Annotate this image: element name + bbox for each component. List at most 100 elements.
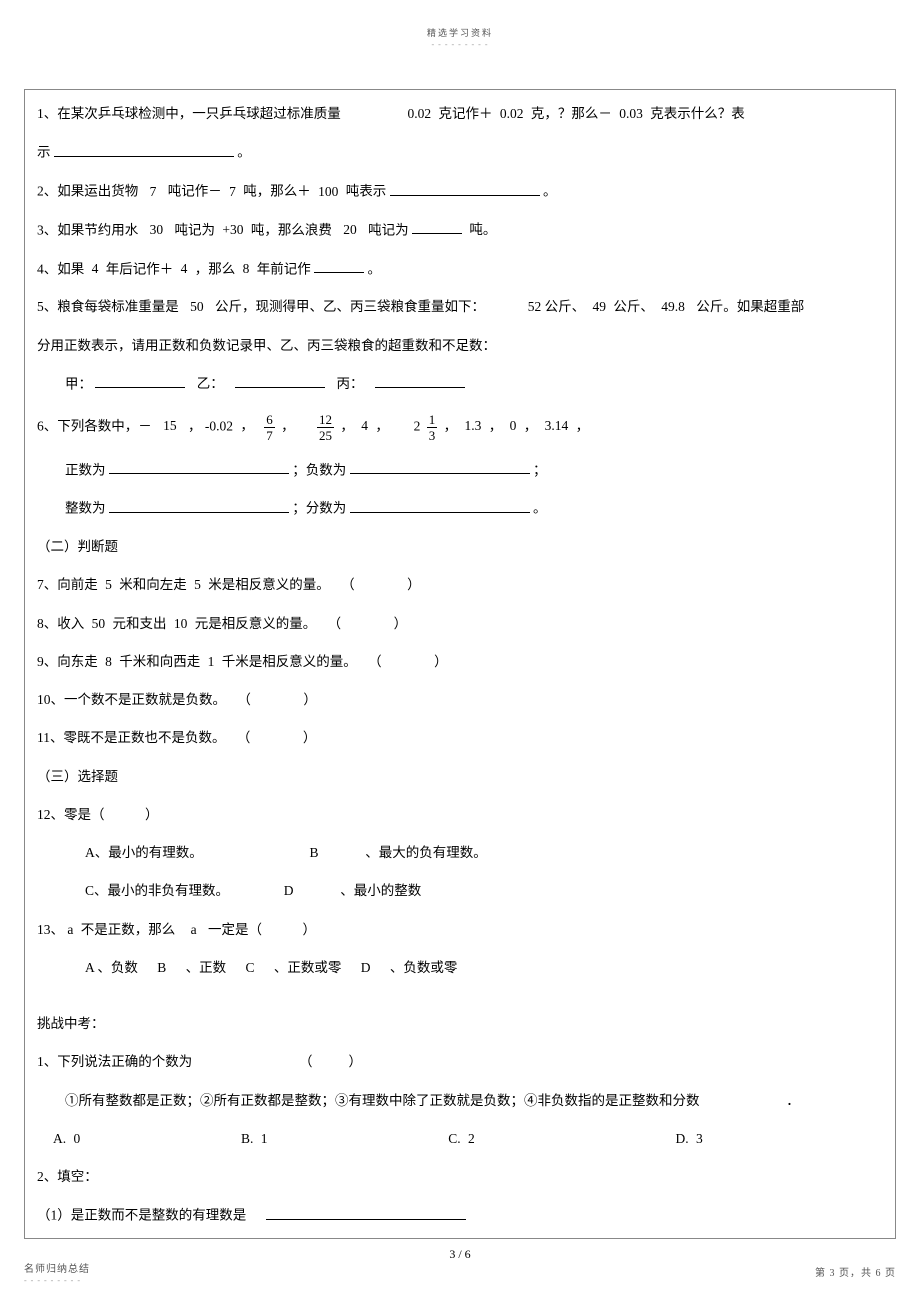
c1-dot: ．	[786, 1093, 800, 1108]
q1-line1: 1、在某次乒乓球检测中，一只乒乓球超过标准质量 0.02 克记作＋ 0.02 克…	[37, 104, 883, 124]
q9-text: 9、向东走	[37, 654, 98, 669]
q8-paren[interactable]: （ ）	[328, 616, 411, 631]
fraction-12-25: 12 25	[317, 413, 334, 442]
q6-line3: 整数为 ；分数为 。	[37, 498, 883, 519]
blank-input[interactable]	[109, 498, 289, 513]
q12-Dk[interactable]: D	[284, 883, 294, 898]
q8-text: 8、收入	[37, 616, 84, 631]
q4-n2: 4	[181, 261, 188, 276]
q6-c3: ，	[281, 418, 295, 433]
frac-den: 7	[264, 428, 275, 442]
q5-yi: 乙：	[197, 376, 224, 391]
q13-p3: 一定是（ ）	[208, 922, 316, 937]
q6-c7: ，	[489, 418, 503, 433]
q4-tail: 。	[368, 261, 382, 276]
q9-n2: 1	[208, 654, 215, 669]
q9-mid1: 千米和向西走	[119, 654, 200, 669]
c1-B[interactable]: B.	[241, 1131, 253, 1146]
q6-n4: 1.3	[465, 418, 482, 433]
q7-line: 7、向前走 5 米和向左走 5 米是相反意义的量。 （ ）	[37, 575, 883, 595]
q2-line: 2、如果运出货物 7 吨记作－ 7 吨，那么＋ 100 吨表示 。	[37, 181, 883, 202]
q6-l2c: ；	[533, 462, 547, 477]
q7-paren[interactable]: （ ）	[341, 577, 424, 592]
q4-prefix: 4、如果	[37, 261, 84, 276]
q1-line2: 示 。	[37, 142, 883, 163]
c1-A[interactable]: A.	[53, 1131, 66, 1146]
q6-n3: 4	[361, 418, 368, 433]
q6-c6: ，	[444, 418, 458, 433]
q5-un2: 公斤、	[613, 299, 654, 314]
q7-n2: 5	[194, 577, 201, 592]
blank-input[interactable]	[54, 142, 234, 157]
q13-Ak[interactable]: A	[85, 960, 94, 975]
q4-n3: 8	[243, 261, 250, 276]
blank-input[interactable]	[314, 259, 364, 274]
q13-Dk[interactable]: D	[361, 960, 371, 975]
q12-Bk[interactable]: B	[310, 845, 319, 860]
q9-n1: 8	[105, 654, 112, 669]
fraction-6-7: 6 7	[264, 413, 275, 442]
q4-mid1: 年后记作＋	[106, 261, 174, 276]
mix-whole: 2	[414, 418, 421, 433]
c2-sub1: （1）是正数而不是整数的有理数是	[37, 1205, 883, 1226]
blank-input[interactable]	[266, 1205, 466, 1220]
blank-input[interactable]	[350, 498, 530, 513]
blank-input[interactable]	[235, 374, 325, 389]
q13-stem: 13、 a 不是正数，那么 a 一定是（ ）	[37, 920, 883, 940]
q5-mid1: 公斤，现测得甲、乙、丙三袋粮食重量如下：	[215, 299, 485, 314]
q11-paren[interactable]: （ ）	[237, 730, 320, 745]
q9-line: 9、向东走 8 千米和向西走 1 千米是相反意义的量。 （ ）	[37, 652, 883, 672]
c1-A-n: 0	[74, 1131, 81, 1146]
q8-tail: 元是相反意义的量。	[195, 616, 317, 631]
q9-tail: 千米是相反意义的量。	[222, 654, 357, 669]
q4-mid3: 年前记作	[257, 261, 311, 276]
q6-c4: ，	[340, 418, 354, 433]
q5-b: 49	[593, 299, 607, 314]
c2-head: 2、填空：	[37, 1167, 883, 1187]
q9-paren[interactable]: （ ）	[368, 654, 451, 669]
q1-tail: 克表示什么？表	[650, 106, 745, 121]
q12-Btxt: 、最大的负有理数。	[365, 845, 487, 860]
q5-a: 52	[528, 299, 542, 314]
page-number: 3 / 6	[0, 1239, 920, 1262]
blank-input[interactable]	[412, 220, 462, 235]
q7-n1: 5	[105, 577, 112, 592]
mix-den: 3	[427, 428, 438, 442]
q6-l3b: ；分数为	[292, 501, 346, 516]
q13-Atxt: 、负数	[97, 960, 138, 975]
q5-jia: 甲：	[65, 376, 92, 391]
q13-Bk[interactable]: B	[157, 960, 166, 975]
c1-D[interactable]: D.	[676, 1131, 689, 1146]
c1-D-n: 3	[696, 1131, 703, 1146]
q12-C[interactable]: C、最小的非负有理数。	[85, 883, 229, 898]
q10-text: 10、一个数不是正数就是负数。	[37, 692, 226, 707]
q6-n6: 3.14	[545, 418, 569, 433]
q6-line1: 6、下列各数中，－ 15 ， -0.02 ， 6 7 ， 12 25 ， 4 ，…	[37, 413, 883, 442]
c1-C[interactable]: C.	[448, 1131, 460, 1146]
blank-input[interactable]	[350, 460, 530, 475]
q13-Ck[interactable]: C	[246, 960, 255, 975]
q13-var2: a	[191, 922, 197, 937]
q13-Ctxt: 、正数或零	[274, 960, 342, 975]
q2-mid3: 吨表示	[346, 184, 387, 199]
q11-text: 11、零既不是正数也不是负数。	[37, 730, 226, 745]
challenge-heading: 挑战中考：	[37, 1014, 883, 1034]
c1-paren[interactable]: （ ）	[299, 1054, 365, 1069]
q10-paren[interactable]: （ ）	[237, 692, 320, 707]
blank-input[interactable]	[390, 181, 540, 196]
q5-line2: 分用正数表示，请用正数和负数记录甲、乙、丙三袋粮食的超重数和不足数：	[37, 336, 883, 356]
q3-mid1: 吨记为	[175, 222, 216, 237]
blank-input[interactable]	[95, 374, 185, 389]
q13-Dtxt: 、负数或零	[390, 960, 458, 975]
c1-stem-text: 1、下列说法正确的个数为	[37, 1054, 192, 1069]
c1-stem: 1、下列说法正确的个数为 （ ）	[37, 1052, 883, 1072]
q2-mid1: 吨记作－	[168, 184, 222, 199]
q13-opts: A 、负数 B 、正数 C 、正数或零 D 、负数或零	[37, 958, 883, 978]
q6-line2: 正数为 ；负数为 ；	[37, 460, 883, 481]
q6-c9: ，	[576, 418, 590, 433]
q6-c5: ，	[375, 418, 389, 433]
q3-n2: +30	[222, 222, 243, 237]
blank-input[interactable]	[109, 460, 289, 475]
blank-input[interactable]	[375, 374, 465, 389]
q12-A[interactable]: A、最小的有理数。	[85, 845, 203, 860]
